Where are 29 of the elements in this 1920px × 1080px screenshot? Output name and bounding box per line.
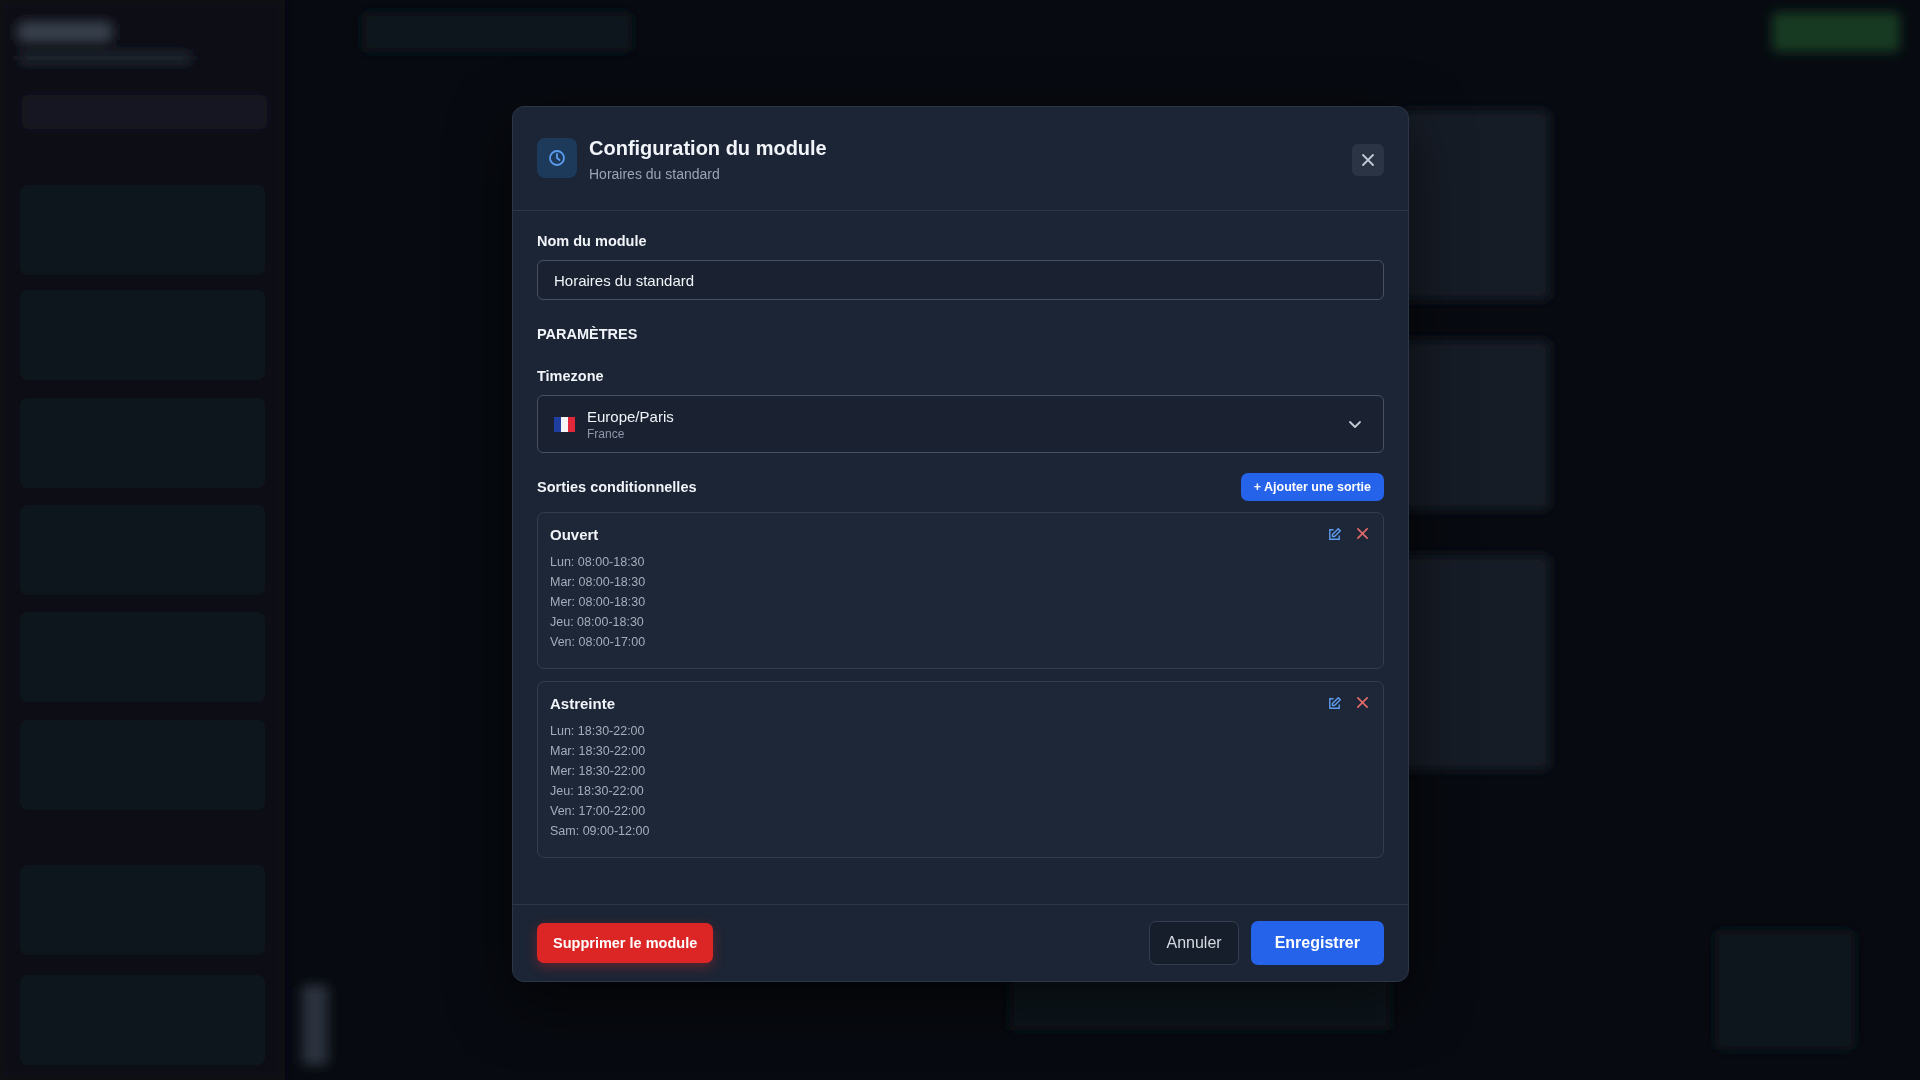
save-button[interactable]: Enregistrer — [1250, 921, 1384, 965]
schedule-line: Mar: 18:30-22:00 — [550, 743, 647, 760]
dialog-subtitle: Horaires du standard — [589, 166, 721, 182]
close-icon — [1361, 152, 1375, 167]
schedule-line: Mar: 08:00-18:30 — [550, 574, 647, 591]
add-output-button[interactable]: + Ajouter une sortie — [1240, 473, 1384, 501]
output-name: Ouvert — [550, 526, 599, 543]
schedule-line: Lun: 08:00-18:30 — [550, 554, 646, 571]
schedule-line: Sam: 09:00-12:00 — [550, 823, 651, 840]
cancel-button[interactable]: Annuler — [1149, 921, 1239, 965]
section-heading: PARAMÈTRES — [537, 326, 639, 342]
schedule-line: Mer: 08:00-18:30 — [550, 594, 647, 611]
schedule-line: Lun: 18:30-22:00 — [550, 723, 646, 740]
schedule-line: Ven: 08:00-17:00 — [550, 634, 647, 651]
dialog-title: Configuration du module — [589, 137, 828, 160]
field-label: Sorties conditionnelles — [537, 479, 697, 495]
module-name-field[interactable]: Horaires du standard — [537, 260, 1384, 300]
field-label: Timezone — [537, 368, 605, 384]
delete-module-button[interactable]: Supprimer le module — [537, 923, 714, 963]
schedule-line: Mer: 18:30-22:00 — [550, 763, 647, 780]
schedule-line: Ven: 17:00-22:00 — [550, 803, 647, 820]
clock-icon — [537, 138, 577, 178]
field-label: Nom du module — [537, 233, 648, 249]
schedule-line: Jeu: 18:30-22:00 — [550, 783, 645, 800]
schedule-line: Jeu: 08:00-18:30 — [550, 614, 645, 631]
flag-icon — [554, 416, 575, 432]
close-button[interactable] — [1352, 143, 1384, 176]
output-name: Astreinte — [550, 695, 616, 712]
timezone-dropdown[interactable]: Europe/Paris France — [537, 395, 1384, 453]
